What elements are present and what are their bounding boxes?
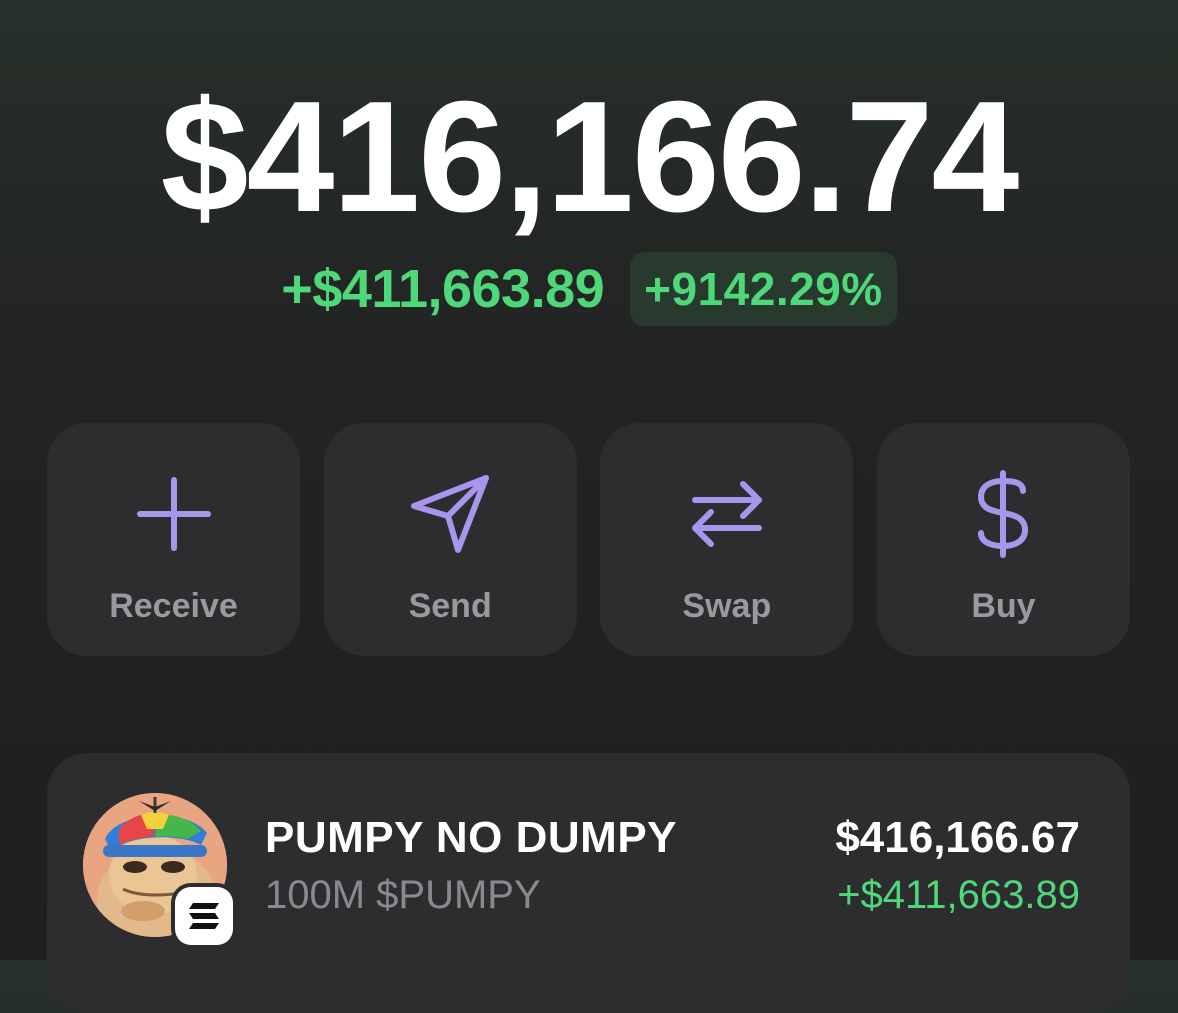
portfolio-change-percent-badge: +9142.29%	[630, 252, 897, 326]
token-list-item[interactable]: PUMPY NO DUMPY 100M $PUMPY $416,166.67 +…	[47, 753, 1130, 1013]
portfolio-balance: $416,166.74	[160, 69, 1020, 245]
action-buttons: Receive Send Swap Buy	[47, 423, 1130, 656]
dollar-icon	[958, 469, 1048, 559]
solana-chain-icon	[175, 887, 233, 945]
receive-button[interactable]: Receive	[47, 423, 300, 656]
swap-button[interactable]: Swap	[600, 423, 854, 656]
plus-icon	[129, 469, 219, 559]
send-button[interactable]: Send	[323, 423, 577, 656]
receive-label: Receive	[109, 587, 238, 625]
buy-button[interactable]: Buy	[876, 423, 1130, 656]
token-change: +$411,663.89	[837, 873, 1080, 917]
token-name: PUMPY NO DUMPY	[265, 813, 678, 862]
token-amount: 100M $PUMPY	[265, 873, 541, 917]
swap-icon	[682, 469, 772, 559]
portfolio-change-amount: +$411,663.89	[281, 259, 605, 319]
token-value: $416,166.67	[835, 813, 1080, 862]
buy-label: Buy	[971, 587, 1036, 625]
send-icon	[405, 469, 495, 559]
portfolio-change-row: +$411,663.89 +9142.29%	[0, 252, 1178, 326]
send-label: Send	[408, 587, 492, 625]
swap-label: Swap	[682, 587, 772, 625]
